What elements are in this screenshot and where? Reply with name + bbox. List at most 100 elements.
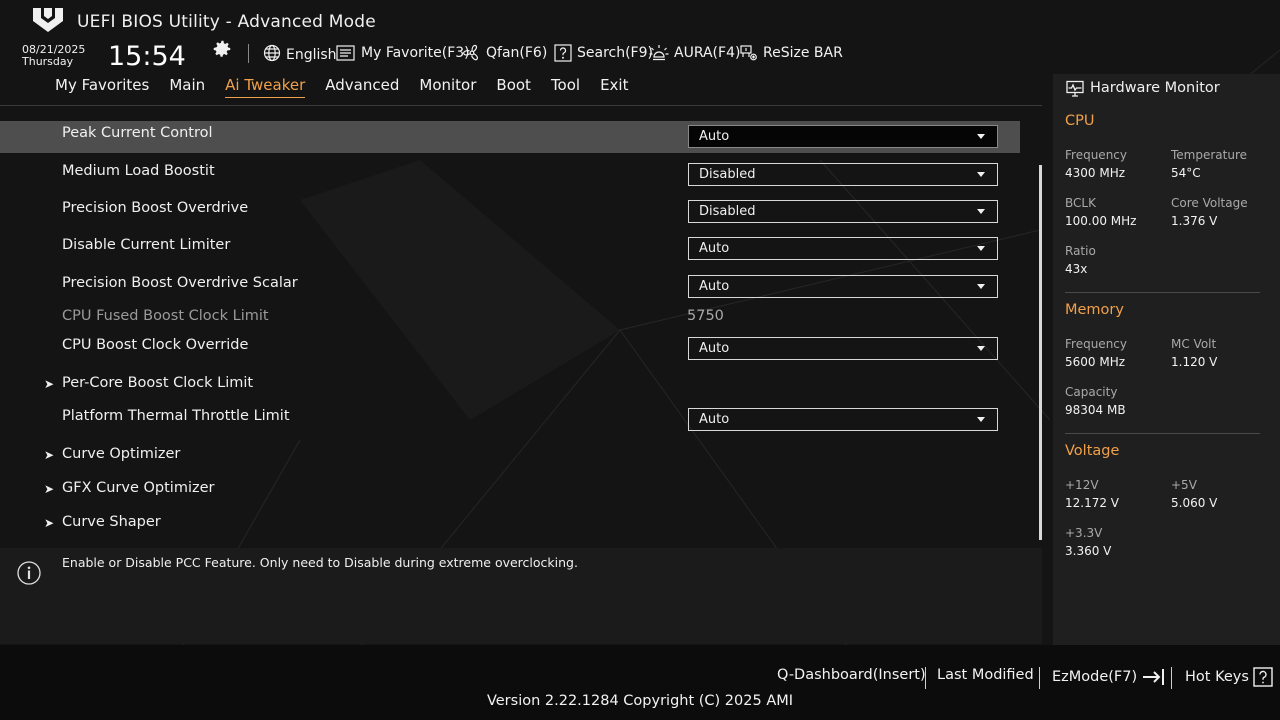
mc-volt-value: 1.120 V	[1171, 355, 1218, 369]
submenu-arrow-icon: ➤	[44, 516, 55, 530]
tab-advanced[interactable]: Advanced	[325, 76, 399, 98]
submenu-label: GFX Curve Optimizer	[62, 480, 215, 496]
static-value: 5750	[687, 308, 724, 324]
bclk-value: 100.00 MHz	[1065, 214, 1137, 228]
my-favorite-label: My Favorite(F3)	[361, 45, 470, 61]
weekday-text: Thursday	[22, 55, 74, 68]
section-divider	[1065, 433, 1260, 434]
v12-label: +12V	[1065, 478, 1099, 492]
chevron-down-icon	[977, 209, 985, 214]
setting-row-peak-current-control[interactable]: Peak Current Control Auto	[0, 121, 1020, 153]
fan-icon	[463, 44, 478, 61]
dropdown-value: Auto	[699, 341, 730, 356]
v12-value: 12.172 V	[1065, 496, 1120, 510]
tab-ai-tweaker[interactable]: Ai Tweaker	[225, 76, 306, 98]
cpu-boost-clock-override-dropdown[interactable]: Auto	[688, 337, 998, 360]
v33-label: +3.3V	[1065, 526, 1103, 540]
submenu-gfx-curve-optimizer[interactable]: ➤ GFX Curve Optimizer	[0, 477, 1020, 509]
q-dashboard-label: Q-Dashboard(Insert)	[777, 667, 926, 683]
last-modified-button[interactable]: Last Modified	[937, 667, 1034, 683]
help-question-icon	[1253, 667, 1273, 687]
medium-load-boostit-dropdown[interactable]: Disabled	[688, 163, 998, 186]
aura-label: AURA(F4)	[674, 45, 741, 61]
settings-panel: Peak Current Control Auto Medium Load Bo…	[0, 105, 1042, 542]
qfan-button[interactable]: Qfan(F6)	[463, 42, 547, 64]
ezmode-label: EzMode(F7)	[1052, 669, 1138, 685]
resize-bar-icon	[740, 45, 757, 61]
exit-arrow-icon	[1143, 669, 1165, 685]
setting-row-pbo-scalar[interactable]: Precision Boost Overdrive Scalar Auto	[0, 271, 1020, 303]
hot-keys-button[interactable]: Hot Keys	[1185, 667, 1273, 687]
platform-thermal-throttle-limit-dropdown[interactable]: Auto	[688, 408, 998, 431]
capacity-label: Capacity	[1065, 385, 1118, 399]
submenu-arrow-icon: ➤	[44, 482, 55, 496]
header-divider	[248, 44, 249, 63]
tab-my-favorites[interactable]: My Favorites	[55, 76, 149, 98]
pbo-scalar-dropdown[interactable]: Auto	[688, 275, 998, 298]
q-dashboard-button[interactable]: Q-Dashboard(Insert)	[777, 667, 926, 683]
dropdown-value: Auto	[699, 279, 730, 294]
clock-display[interactable]: 15:54	[108, 41, 186, 72]
aura-icon	[649, 45, 669, 61]
search-button[interactable]: Search(F9)	[554, 42, 653, 64]
setting-label: CPU Fused Boost Clock Limit	[62, 308, 269, 324]
chevron-down-icon	[977, 134, 985, 139]
hot-keys-label: Hot Keys	[1185, 669, 1249, 685]
tab-monitor[interactable]: Monitor	[419, 76, 476, 98]
setting-row-disable-current-limiter[interactable]: Disable Current Limiter Auto	[0, 233, 1020, 265]
gear-icon[interactable]	[211, 38, 233, 60]
peak-current-control-dropdown[interactable]: Auto	[688, 125, 998, 148]
v33-value: 3.360 V	[1065, 544, 1112, 558]
dropdown-value: Disabled	[699, 167, 756, 182]
submenu-per-core-boost-clock-limit[interactable]: ➤ Per-Core Boost Clock Limit	[0, 372, 1020, 404]
monitor-icon	[1066, 80, 1084, 97]
setting-row-cpu-boost-clock-override[interactable]: CPU Boost Clock Override Auto	[0, 333, 1020, 365]
setting-label: CPU Boost Clock Override	[62, 337, 249, 353]
chevron-down-icon	[977, 417, 985, 422]
globe-icon	[263, 44, 281, 62]
memory-section-title: Memory	[1065, 302, 1124, 318]
language-button[interactable]: English	[263, 42, 337, 64]
disable-current-limiter-dropdown[interactable]: Auto	[688, 237, 998, 260]
qfan-label: Qfan(F6)	[486, 45, 548, 61]
cpu-frequency-label: Frequency	[1065, 148, 1127, 162]
tab-exit[interactable]: Exit	[600, 76, 628, 98]
submenu-arrow-icon: ➤	[44, 377, 55, 391]
voltage-section-title: Voltage	[1065, 443, 1120, 459]
ratio-value: 43x	[1065, 262, 1088, 276]
tuf-logo-icon	[33, 8, 63, 32]
setting-label: Disable Current Limiter	[62, 237, 231, 253]
v5-value: 5.060 V	[1171, 496, 1218, 510]
footer-divider	[1039, 667, 1040, 689]
resize-bar-button[interactable]: ReSize BAR	[740, 42, 843, 64]
setting-row-precision-boost-overdrive[interactable]: Precision Boost Overdrive Disabled	[0, 196, 1020, 228]
aura-button[interactable]: AURA(F4)	[649, 42, 740, 64]
ezmode-button[interactable]: EzMode(F7)	[1052, 667, 1169, 687]
tab-main[interactable]: Main	[169, 76, 205, 98]
memory-frequency-value: 5600 MHz	[1065, 355, 1126, 369]
precision-boost-overdrive-dropdown[interactable]: Disabled	[688, 200, 998, 223]
capacity-value: 98304 MB	[1065, 403, 1126, 417]
help-panel: Enable or Disable PCC Feature. Only need…	[0, 548, 1042, 644]
search-label: Search(F9)	[577, 45, 653, 61]
tab-boot[interactable]: Boot	[496, 76, 531, 98]
setting-row-platform-thermal-throttle-limit[interactable]: Platform Thermal Throttle Limit Auto	[0, 404, 1020, 436]
tab-tool[interactable]: Tool	[551, 76, 580, 98]
footer-divider	[1171, 667, 1172, 689]
setting-label: Precision Boost Overdrive Scalar	[62, 275, 298, 291]
setting-label: Medium Load Boostit	[62, 163, 215, 179]
submenu-curve-optimizer[interactable]: ➤ Curve Optimizer	[0, 443, 1020, 475]
submenu-label: Curve Shaper	[62, 514, 161, 530]
search-icon	[554, 44, 572, 62]
chevron-down-icon	[977, 346, 985, 351]
submenu-curve-shaper[interactable]: ➤ Curve Shaper	[0, 511, 1020, 543]
my-favorite-button[interactable]: My Favorite(F3)	[336, 42, 470, 64]
setting-label: Platform Thermal Throttle Limit	[62, 408, 290, 424]
v5-label: +5V	[1171, 478, 1197, 492]
submenu-label: Curve Optimizer	[62, 446, 181, 462]
setting-row-medium-load-boostit[interactable]: Medium Load Boostit Disabled	[0, 159, 1020, 191]
cpu-section-title: CPU	[1065, 113, 1095, 129]
cpu-temperature-label: Temperature	[1171, 148, 1248, 162]
submenu-arrow-icon: ➤	[44, 448, 55, 462]
settings-scrollbar[interactable]	[1039, 165, 1042, 540]
